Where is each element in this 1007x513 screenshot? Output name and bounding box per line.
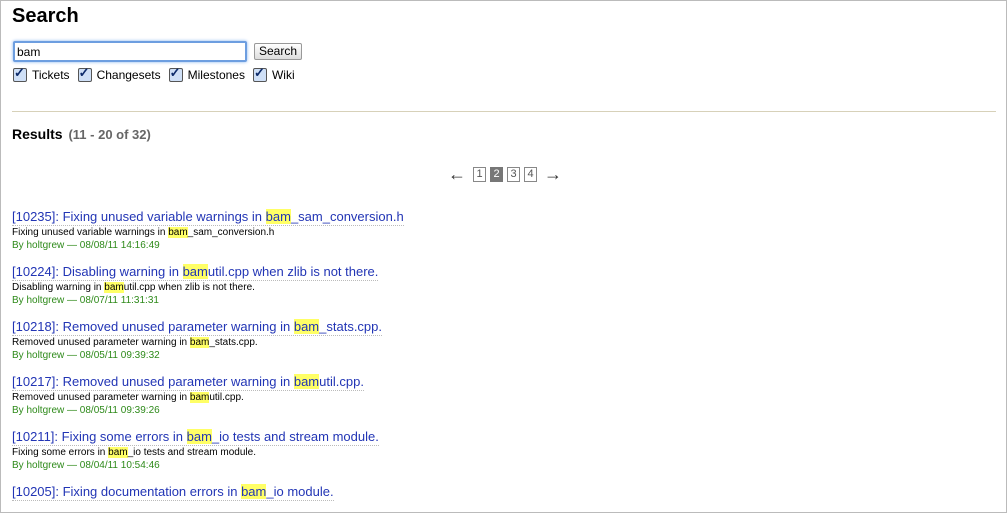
- page-current-2: 2: [490, 166, 503, 182]
- prev-page-arrow-icon[interactable]: ←: [448, 165, 466, 183]
- results-count: (11 - 20 of 32): [68, 127, 151, 142]
- filter-label: Changesets: [96, 68, 161, 82]
- search-button[interactable]: Search: [254, 43, 303, 60]
- wiki-checkbox[interactable]: [252, 65, 267, 82]
- result-item: [10235]: Fixing unused variable warnings…: [12, 208, 992, 252]
- next-page-arrow-icon[interactable]: →: [544, 165, 562, 183]
- result-item: [10205]: Fixing documentation errors in …: [12, 483, 992, 501]
- result-excerpt: Fixing some errors in bam_io tests and s…: [12, 447, 256, 458]
- result-title-link[interactable]: [10217]: Removed unused parameter warnin…: [12, 374, 364, 391]
- page-link-4[interactable]: 4: [524, 166, 537, 182]
- page-title: Search: [12, 5, 79, 27]
- result-item: [10217]: Removed unused parameter warnin…: [12, 373, 992, 417]
- filter-changesets[interactable]: Changesets: [77, 65, 161, 82]
- result-excerpt: Removed unused parameter warning in bamu…: [12, 392, 244, 403]
- filter-label: Milestones: [187, 68, 245, 82]
- filter-milestones[interactable]: Milestones: [168, 65, 245, 82]
- result-meta: By holtgrew — 08/07/11 11:31:31: [12, 295, 159, 306]
- tickets-checkbox[interactable]: [13, 65, 27, 82]
- page-link-1[interactable]: 1: [473, 166, 486, 182]
- milestones-checkbox[interactable]: [168, 65, 183, 82]
- pagination: ← 1 2 3 4 →: [443, 165, 567, 183]
- result-meta: By holtgrew — 08/04/11 10:54:46: [12, 460, 160, 471]
- result-meta: By holtgrew — 08/08/11 14:16:49: [12, 240, 160, 251]
- filter-tickets[interactable]: Tickets: [13, 65, 70, 82]
- result-excerpt: Removed unused parameter warning in bam_…: [12, 337, 258, 348]
- result-excerpt: Fixing unused variable warnings in bam_s…: [12, 227, 275, 238]
- page-link-3[interactable]: 3: [507, 166, 520, 182]
- changesets-checkbox[interactable]: [77, 65, 92, 82]
- results-heading: Results (11 - 20 of 32): [12, 126, 151, 142]
- result-title-link[interactable]: [10205]: Fixing documentation errors in …: [12, 484, 334, 501]
- result-excerpt: Disabling warning in bamutil.cpp when zl…: [12, 282, 255, 293]
- result-item: [10218]: Removed unused parameter warnin…: [12, 318, 992, 362]
- result-title-link[interactable]: [10224]: Disabling warning in bamutil.cp…: [12, 264, 379, 281]
- results-list: [10235]: Fixing unused variable warnings…: [12, 208, 992, 512]
- filter-label: Tickets: [32, 68, 70, 82]
- result-title-link[interactable]: [10218]: Removed unused parameter warnin…: [12, 319, 383, 336]
- result-item: [10224]: Disabling warning in bamutil.cp…: [12, 263, 992, 307]
- result-title-link[interactable]: [10235]: Fixing unused variable warnings…: [12, 209, 404, 226]
- filter-label: Wiki: [271, 68, 295, 82]
- result-meta: By holtgrew — 08/05/11 09:39:32: [12, 350, 160, 361]
- results-label: Results: [12, 126, 63, 142]
- divider: [12, 111, 996, 112]
- filter-options: Tickets Changesets Milestones Wiki: [13, 65, 303, 82]
- result-item: [10211]: Fixing some errors in bam_io te…: [12, 428, 992, 472]
- result-meta: By holtgrew — 08/05/11 09:39:26: [12, 405, 160, 416]
- search-input[interactable]: [13, 41, 247, 62]
- result-title-link[interactable]: [10211]: Fixing some errors in bam_io te…: [12, 429, 379, 446]
- page-frame: Search Search Tickets Changesets Milesto…: [0, 0, 1007, 513]
- filter-wiki[interactable]: Wiki: [252, 65, 295, 82]
